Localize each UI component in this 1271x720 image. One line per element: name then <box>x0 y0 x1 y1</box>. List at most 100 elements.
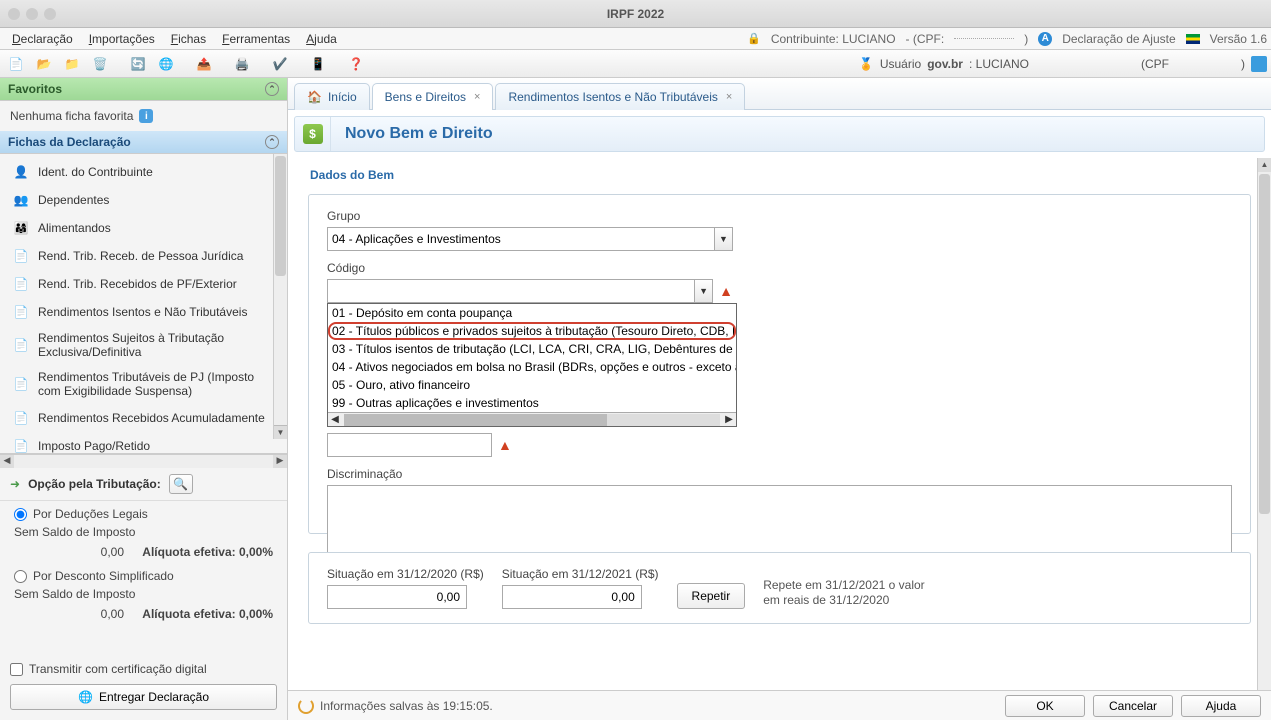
dropdown-option[interactable]: 02 - Títulos públicos e privados sujeito… <box>328 322 736 340</box>
toolbar-export-icon[interactable]: 📤 <box>192 53 216 75</box>
toolbar-calc-icon[interactable]: 📱 <box>306 53 330 75</box>
scroll-right-icon[interactable]: ▶ <box>273 455 287 468</box>
toolbar-new-icon[interactable]: 📄 <box>4 53 28 75</box>
small-input[interactable] <box>327 433 492 457</box>
scroll-left-icon[interactable]: ◀ <box>328 414 342 425</box>
dropdown-option[interactable]: 99 - Outras aplicações e investimentos <box>328 394 736 412</box>
chevron-up-icon[interactable]: ⌃ <box>265 135 279 149</box>
menu-ferramentas[interactable]: Ferramentas <box>214 30 298 48</box>
scroll-left-icon[interactable]: ◀ <box>0 455 14 468</box>
toolbar-folder-icon[interactable]: 📁 <box>60 53 84 75</box>
minimize-window-icon[interactable] <box>26 8 38 20</box>
note-line: em reais de 31/12/2020 <box>763 593 924 609</box>
info-icon[interactable]: i <box>139 109 153 123</box>
grupo-select[interactable] <box>327 227 715 251</box>
ficha-item-acumulado[interactable]: 📄Rendimentos Recebidos Acumuladamente <box>0 404 287 432</box>
fichas-header[interactable]: Fichas da Declaração ⌃ <box>0 131 287 154</box>
dropdown-option[interactable]: 04 - Ativos negociados em bolsa no Brasi… <box>328 358 736 376</box>
money-icon: $ <box>303 124 323 144</box>
ficha-item-exclusiva[interactable]: 📄Rendimentos Sujeitos à Tributação Exclu… <box>0 326 287 365</box>
search-button[interactable]: 🔍 <box>169 474 193 494</box>
checkbox-cert-digital[interactable] <box>10 663 23 676</box>
ajuste-icon: A <box>1038 32 1052 46</box>
scroll-down-icon[interactable]: ▼ <box>274 425 287 439</box>
main-area: 🏠 Início Bens e Direitos× Rendimentos Ise… <box>288 78 1271 720</box>
sheet-icon: 📄 <box>12 409 30 427</box>
radio-simplificado[interactable] <box>14 570 27 583</box>
ok-button[interactable]: OK <box>1005 695 1085 717</box>
entregar-label: Entregar Declaração <box>99 690 209 704</box>
toolbar-refresh-icon[interactable]: 🔄 <box>126 53 150 75</box>
tab-label: Rendimentos Isentos e Não Tributáveis <box>508 90 717 104</box>
main-scrollbar-v[interactable]: ▲ ▼ <box>1257 158 1271 720</box>
user-label-govbr: gov.br <box>927 57 963 71</box>
form-area: Dados do Bem Grupo ▼ Código ▼ ▲ 01 - Dep… <box>288 158 1271 720</box>
sit-2021-input[interactable] <box>502 585 642 609</box>
sit-2020-input[interactable] <box>327 585 467 609</box>
tab-label: Início <box>328 90 357 104</box>
ficha-item-ident[interactable]: 👤Ident. do Contribuinte <box>0 158 287 186</box>
close-window-icon[interactable] <box>8 8 20 20</box>
menu-importacoes[interactable]: Importações <box>81 30 163 48</box>
chevron-down-icon[interactable]: ▼ <box>715 227 733 251</box>
dropdown-option[interactable]: 03 - Títulos isentos de tributação (LCI,… <box>328 340 736 358</box>
cpf-close: ) <box>1024 32 1028 46</box>
sidebar-scrollbar-v[interactable]: ▼ <box>273 154 287 439</box>
close-icon[interactable]: × <box>474 91 480 103</box>
radio-deducoes[interactable] <box>14 508 27 521</box>
ficha-item-imposto[interactable]: 📄Imposto Pago/Retido <box>0 432 287 454</box>
trib-val: 0,00 <box>14 607 124 621</box>
dropdown-scrollbar-h[interactable]: ◀▶ <box>328 412 736 426</box>
fichas-title: Fichas da Declaração <box>8 135 131 149</box>
ficha-item-suspensa[interactable]: 📄Rendimentos Tributáveis de PJ (Imposto … <box>0 365 287 404</box>
scroll-right-icon[interactable]: ▶ <box>722 414 736 425</box>
sidebar-scrollbar-h[interactable]: ◀▶ <box>0 454 287 468</box>
cpf-label: - (CPF: <box>906 32 945 46</box>
entregar-button[interactable]: 🌐 Entregar Declaração <box>10 684 277 710</box>
ficha-item-alimentandos[interactable]: 👨‍👩‍👧Alimentandos <box>0 214 287 242</box>
ficha-item-isentos[interactable]: 📄Rendimentos Isentos e Não Tributáveis <box>0 298 287 326</box>
scroll-up-icon[interactable]: ▲ <box>1258 158 1271 172</box>
repetir-button[interactable]: Repetir <box>677 583 746 609</box>
menu-ajuda[interactable]: Ajuda <box>298 30 345 48</box>
toolbar-check-icon[interactable]: ✔️ <box>268 53 292 75</box>
maximize-window-icon[interactable] <box>44 8 56 20</box>
exit-icon[interactable] <box>1251 56 1267 72</box>
dropdown-option[interactable]: 05 - Ouro, ativo financeiro <box>328 376 736 394</box>
cpf-value <box>954 38 1014 39</box>
trib-aliq: Alíquota efetiva: 0,00% <box>142 607 273 621</box>
tab-bens-direitos[interactable]: Bens e Direitos× <box>372 83 494 110</box>
sheet-icon: 📄 <box>12 336 30 354</box>
toolbar-delete-icon[interactable]: 🗑️ <box>88 53 112 75</box>
lock-icon: 🔒 <box>747 32 761 45</box>
codigo-input[interactable] <box>327 279 695 303</box>
chevron-up-icon[interactable]: ⌃ <box>265 82 279 96</box>
section-title: Dados do Bem <box>310 168 1251 182</box>
cancel-button[interactable]: Cancelar <box>1093 695 1173 717</box>
toolbar-sync-icon[interactable]: 🌐 <box>154 53 178 75</box>
menu-declaracao[interactable]: Declaração <box>4 30 81 48</box>
tab-inicio[interactable]: 🏠 Início <box>294 83 370 110</box>
menu-fichas[interactable]: Fichas <box>163 30 214 48</box>
home-icon: 🏠 <box>307 90 322 104</box>
favoritos-header[interactable]: Favoritos ⌃ <box>0 78 287 101</box>
ficha-item-rend-pf[interactable]: 📄Rend. Trib. Recebidos de PF/Exterior <box>0 270 287 298</box>
spinner-icon <box>298 698 314 714</box>
repetir-note: Repete em 31/12/2021 o valor em reais de… <box>763 578 924 609</box>
discriminacao-textarea[interactable] <box>327 485 1232 557</box>
codigo-dropdown[interactable]: 01 - Depósito em conta poupança 02 - Tít… <box>327 303 737 427</box>
toolbar-open-icon[interactable]: 📂 <box>32 53 56 75</box>
help-button[interactable]: Ajuda <box>1181 695 1261 717</box>
toolbar-help-icon[interactable]: ❓ <box>344 53 368 75</box>
dropdown-option[interactable]: 01 - Depósito em conta poupança <box>328 304 736 322</box>
chevron-down-icon[interactable]: ▼ <box>695 279 713 303</box>
warning-icon: ▲ <box>498 437 512 453</box>
sheet-icon: 📄 <box>12 303 30 321</box>
flag-icon <box>1186 34 1200 44</box>
ficha-item-dependentes[interactable]: 👥Dependentes <box>0 186 287 214</box>
ficha-item-rend-pj[interactable]: 📄Rend. Trib. Receb. de Pessoa Jurídica <box>0 242 287 270</box>
toolbar-print-icon[interactable]: 🖨️ <box>230 53 254 75</box>
close-icon[interactable]: × <box>726 91 732 103</box>
tab-rendimentos-isentos[interactable]: Rendimentos Isentos e Não Tributáveis × <box>495 83 745 110</box>
sheet-icon: 📄 <box>12 437 30 454</box>
